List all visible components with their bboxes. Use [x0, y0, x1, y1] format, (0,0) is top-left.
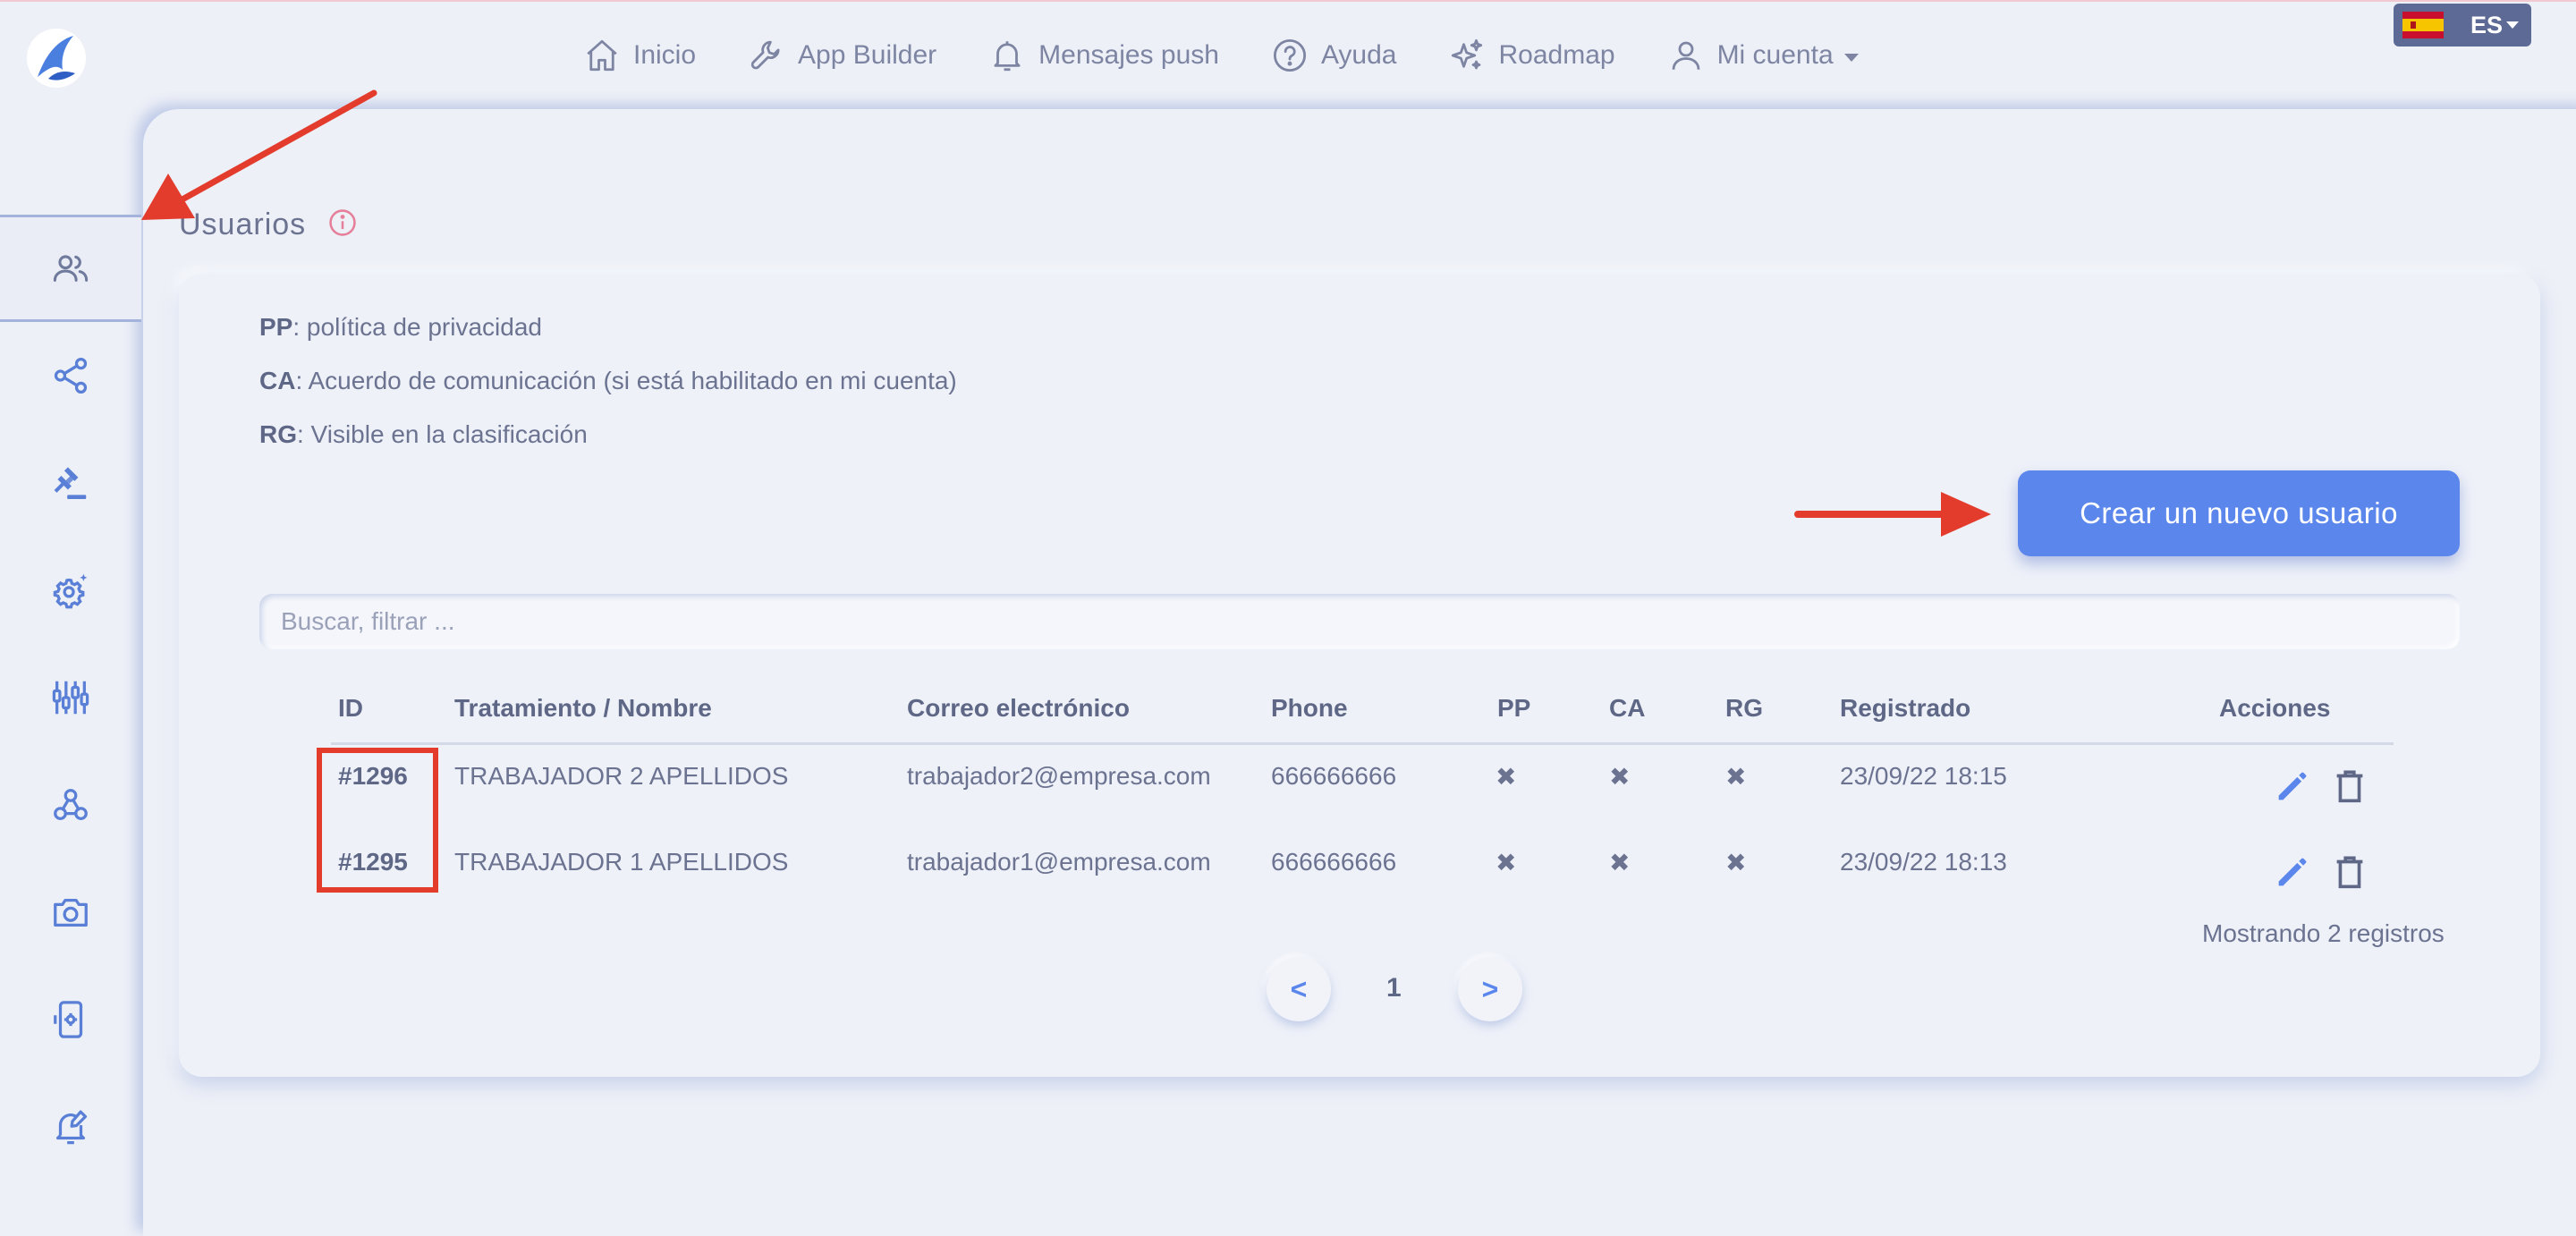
- sidebar-item-camera[interactable]: [0, 859, 141, 966]
- column-header-email[interactable]: Correo electrónico: [907, 694, 1130, 723]
- sidebar-item-share[interactable]: [0, 322, 141, 429]
- header-divider: [331, 742, 2394, 745]
- create-user-button[interactable]: Crear un nuevo usuario: [2018, 470, 2460, 556]
- nav-label: App Builder: [798, 40, 937, 70]
- language-code: ES: [2470, 11, 2504, 38]
- trash-icon[interactable]: [2329, 851, 2370, 893]
- edit-icon[interactable]: [2272, 851, 2313, 893]
- gavel-icon: [54, 467, 87, 500]
- nav-label: Ayuda: [1320, 40, 1397, 70]
- sidebar-item-gavel[interactable]: [0, 429, 141, 537]
- row-2-registered: 23/09/22 18:13: [1840, 848, 2007, 876]
- sidebar-item-settings[interactable]: [0, 537, 141, 644]
- column-header-id[interactable]: ID: [338, 694, 363, 723]
- row-2-email: trabajador1@empresa.com: [907, 848, 1211, 876]
- column-header-actions: Acciones: [2219, 694, 2331, 722]
- search-input[interactable]: [259, 594, 2460, 649]
- share-icon: [54, 357, 88, 394]
- row-1-registered: 23/09/22 18:15: [1840, 762, 2007, 790]
- row-1-email: trabajador2@empresa.com: [907, 762, 1211, 790]
- id-highlight-box: [317, 748, 438, 893]
- nav-label: Inicio: [633, 40, 697, 70]
- row-2-phone: 666666666: [1271, 848, 1397, 876]
- phone-settings-icon: [54, 1001, 83, 1038]
- column-header-phone[interactable]: Phone: [1271, 694, 1348, 723]
- row-1-rg: ✖: [1725, 763, 1747, 791]
- pagination-current-page[interactable]: 1: [1386, 973, 1402, 1003]
- sparkles-icon: [1452, 38, 1483, 70]
- legend-ca: CA: Acuerdo de comunicación (si está hab…: [259, 367, 957, 395]
- webhook-icon: [54, 789, 88, 820]
- records-count: Mostrando 2 registros: [2202, 919, 2445, 947]
- row-2-pp: ✖: [1496, 849, 1517, 876]
- pagination-next-button[interactable]: >: [1458, 957, 1522, 1021]
- users-icon: [53, 255, 89, 282]
- column-header-rg[interactable]: RG: [1725, 694, 1763, 723]
- row-2-name: TRABAJADOR 1 APELLIDOS: [454, 848, 789, 876]
- sidebar: [0, 215, 141, 1181]
- legend-abbr: CA: [259, 367, 296, 394]
- nav-label: Roadmap: [1498, 40, 1615, 70]
- nav-ayuda[interactable]: Ayuda: [1271, 37, 1397, 74]
- user-icon: [1672, 41, 1699, 70]
- legend-text: : política de privacidad: [292, 313, 542, 341]
- app-logo[interactable]: [25, 27, 88, 89]
- row-2-rg: ✖: [1725, 849, 1747, 876]
- row-1-pp: ✖: [1496, 763, 1517, 791]
- nav-roadmap[interactable]: Roadmap: [1448, 37, 1615, 74]
- legend-rg: RG: Visible en la clasificación: [259, 420, 588, 449]
- pagination-prev-button[interactable]: <: [1267, 957, 1331, 1021]
- bell-icon: [994, 41, 1021, 72]
- spain-flag-icon: [2402, 12, 2444, 38]
- annotation-arrow-sidebar: [141, 89, 377, 220]
- nav-mensajes-push[interactable]: Mensajes push: [988, 37, 1219, 74]
- home-icon: [587, 39, 617, 72]
- gear-sparkle-icon: [53, 573, 88, 609]
- column-header-registered[interactable]: Registrado: [1840, 694, 1970, 723]
- legend-abbr: PP: [259, 313, 293, 341]
- column-header-pp[interactable]: PP: [1497, 694, 1530, 723]
- bell-edit-icon: [55, 1110, 88, 1145]
- sidebar-item-sliders[interactable]: [0, 644, 141, 751]
- legend-text: : Acuerdo de comunicación (si está habil…: [295, 367, 957, 394]
- row-2-ca: ✖: [1609, 849, 1631, 876]
- row-1-ca: ✖: [1609, 763, 1631, 791]
- camera-icon: [54, 898, 88, 927]
- nav-label: Mi cuenta: [1716, 40, 1834, 70]
- sliders-icon: [52, 681, 89, 715]
- nav-label: Mensajes push: [1038, 40, 1219, 70]
- sidebar-item-phone-settings[interactable]: [0, 966, 141, 1073]
- top-border: [0, 0, 2576, 2]
- trash-icon[interactable]: [2329, 766, 2370, 807]
- help-circle-icon: [1273, 38, 1306, 72]
- top-navigation: Inicio App Builder Mensajes push Ayuda R…: [583, 27, 1859, 84]
- row-1-phone: 666666666: [1271, 762, 1397, 790]
- wrench-icon: [750, 40, 780, 70]
- edit-icon[interactable]: [2272, 766, 2313, 807]
- language-selector[interactable]: ES: [2394, 4, 2531, 47]
- sidebar-item-webhooks[interactable]: [0, 751, 141, 859]
- sidebar-item-users[interactable]: [0, 215, 141, 322]
- chevron-down-icon: [2506, 21, 2520, 29]
- row-1-name: TRABAJADOR 2 APELLIDOS: [454, 762, 789, 790]
- nav-app-builder[interactable]: App Builder: [748, 37, 936, 74]
- annotation-arrow-create-button: [1794, 492, 1991, 537]
- legend-pp: PP: política de privacidad: [259, 313, 542, 342]
- legend-text: : Visible en la clasificación: [297, 420, 588, 448]
- nav-inicio[interactable]: Inicio: [583, 37, 696, 74]
- chevron-down-icon: [1843, 53, 1859, 62]
- column-header-name[interactable]: Tratamiento / Nombre: [454, 694, 712, 723]
- column-header-ca[interactable]: CA: [1609, 694, 1645, 723]
- sidebar-item-notifications[interactable]: [0, 1073, 141, 1181]
- nav-mi-cuenta[interactable]: Mi cuenta: [1667, 37, 1859, 74]
- legend-abbr: RG: [259, 420, 297, 448]
